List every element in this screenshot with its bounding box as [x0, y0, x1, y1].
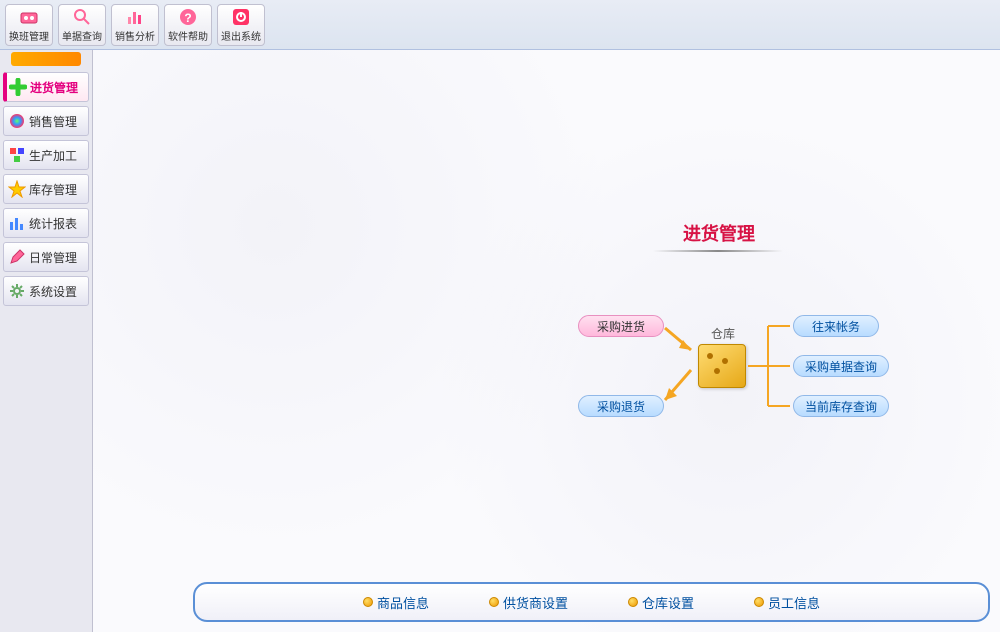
node-purchase-in[interactable]: 采购进货	[578, 315, 664, 337]
diagram-title: 进货管理	[683, 220, 755, 246]
sidebar-label: 库存管理	[29, 181, 77, 198]
help-icon: ?	[178, 7, 198, 27]
svg-text:?: ?	[184, 11, 191, 25]
toolbar-btn-help[interactable]: ? 软件帮助	[164, 4, 212, 46]
bars-icon	[8, 214, 26, 232]
title-underline	[653, 250, 783, 252]
box-icon	[698, 344, 746, 388]
toolbar: 换班管理 单据查询 销售分析 ? 软件帮助 退出系统	[0, 0, 1000, 50]
diagram: 进货管理 仓库 采购进货 采购退货 往来帐务 采购单据查询 当前库存查询	[473, 220, 903, 460]
toolbar-btn-analysis[interactable]: 销售分析	[111, 4, 159, 46]
shift-icon	[19, 7, 39, 27]
bracket-right	[748, 320, 793, 412]
link-supplier[interactable]: 供货商设置	[489, 593, 568, 612]
sidebar: 进货管理 销售管理 生产加工 库存管理 统计报表 日常管理 系统设置	[0, 50, 93, 632]
sidebar-item-production[interactable]: 生产加工	[3, 140, 89, 170]
star-icon	[8, 180, 26, 198]
sidebar-label: 系统设置	[29, 283, 77, 300]
node-order-query[interactable]: 采购单据查询	[793, 355, 889, 377]
toolbar-btn-query[interactable]: 单据查询	[58, 4, 106, 46]
sidebar-label: 统计报表	[29, 215, 77, 232]
sidebar-item-inventory[interactable]: 库存管理	[3, 174, 89, 204]
link-staff[interactable]: 员工信息	[754, 593, 820, 612]
blocks-icon	[8, 146, 26, 164]
sidebar-item-settings[interactable]: 系统设置	[3, 276, 89, 306]
sidebar-handle[interactable]	[11, 52, 81, 66]
plus-icon	[9, 78, 27, 96]
ball-icon	[8, 112, 26, 130]
bottom-bar: 商品信息 供货商设置 仓库设置 员工信息	[193, 582, 990, 622]
bullet-icon	[628, 597, 638, 607]
link-warehouse[interactable]: 仓库设置	[628, 593, 694, 612]
sidebar-label: 进货管理	[30, 79, 78, 96]
bullet-icon	[754, 597, 764, 607]
hub-warehouse: 仓库	[698, 325, 748, 388]
node-stock-query[interactable]: 当前库存查询	[793, 395, 889, 417]
sidebar-item-reports[interactable]: 统计报表	[3, 208, 89, 238]
pencil-icon	[8, 248, 26, 266]
toolbar-btn-exit[interactable]: 退出系统	[217, 4, 265, 46]
link-goods-info[interactable]: 商品信息	[363, 593, 429, 612]
toolbar-btn-shift[interactable]: 换班管理	[5, 4, 53, 46]
sidebar-label: 销售管理	[29, 113, 77, 130]
bullet-icon	[489, 597, 499, 607]
exit-icon	[231, 7, 251, 27]
sidebar-item-sales[interactable]: 销售管理	[3, 106, 89, 136]
node-purchase-return[interactable]: 采购退货	[578, 395, 664, 417]
node-accounts[interactable]: 往来帐务	[793, 315, 879, 337]
content-area: 进货管理 仓库 采购进货 采购退货 往来帐务 采购单据查询 当前库存查询	[93, 50, 1000, 632]
search-icon	[72, 7, 92, 27]
chart-icon	[125, 7, 145, 27]
hub-label: 仓库	[698, 325, 748, 342]
sidebar-label: 日常管理	[29, 249, 77, 266]
arrow-in	[663, 320, 703, 410]
bullet-icon	[363, 597, 373, 607]
gear-icon	[8, 282, 26, 300]
sidebar-item-purchase[interactable]: 进货管理	[3, 72, 89, 102]
sidebar-item-daily[interactable]: 日常管理	[3, 242, 89, 272]
sidebar-label: 生产加工	[29, 147, 77, 164]
